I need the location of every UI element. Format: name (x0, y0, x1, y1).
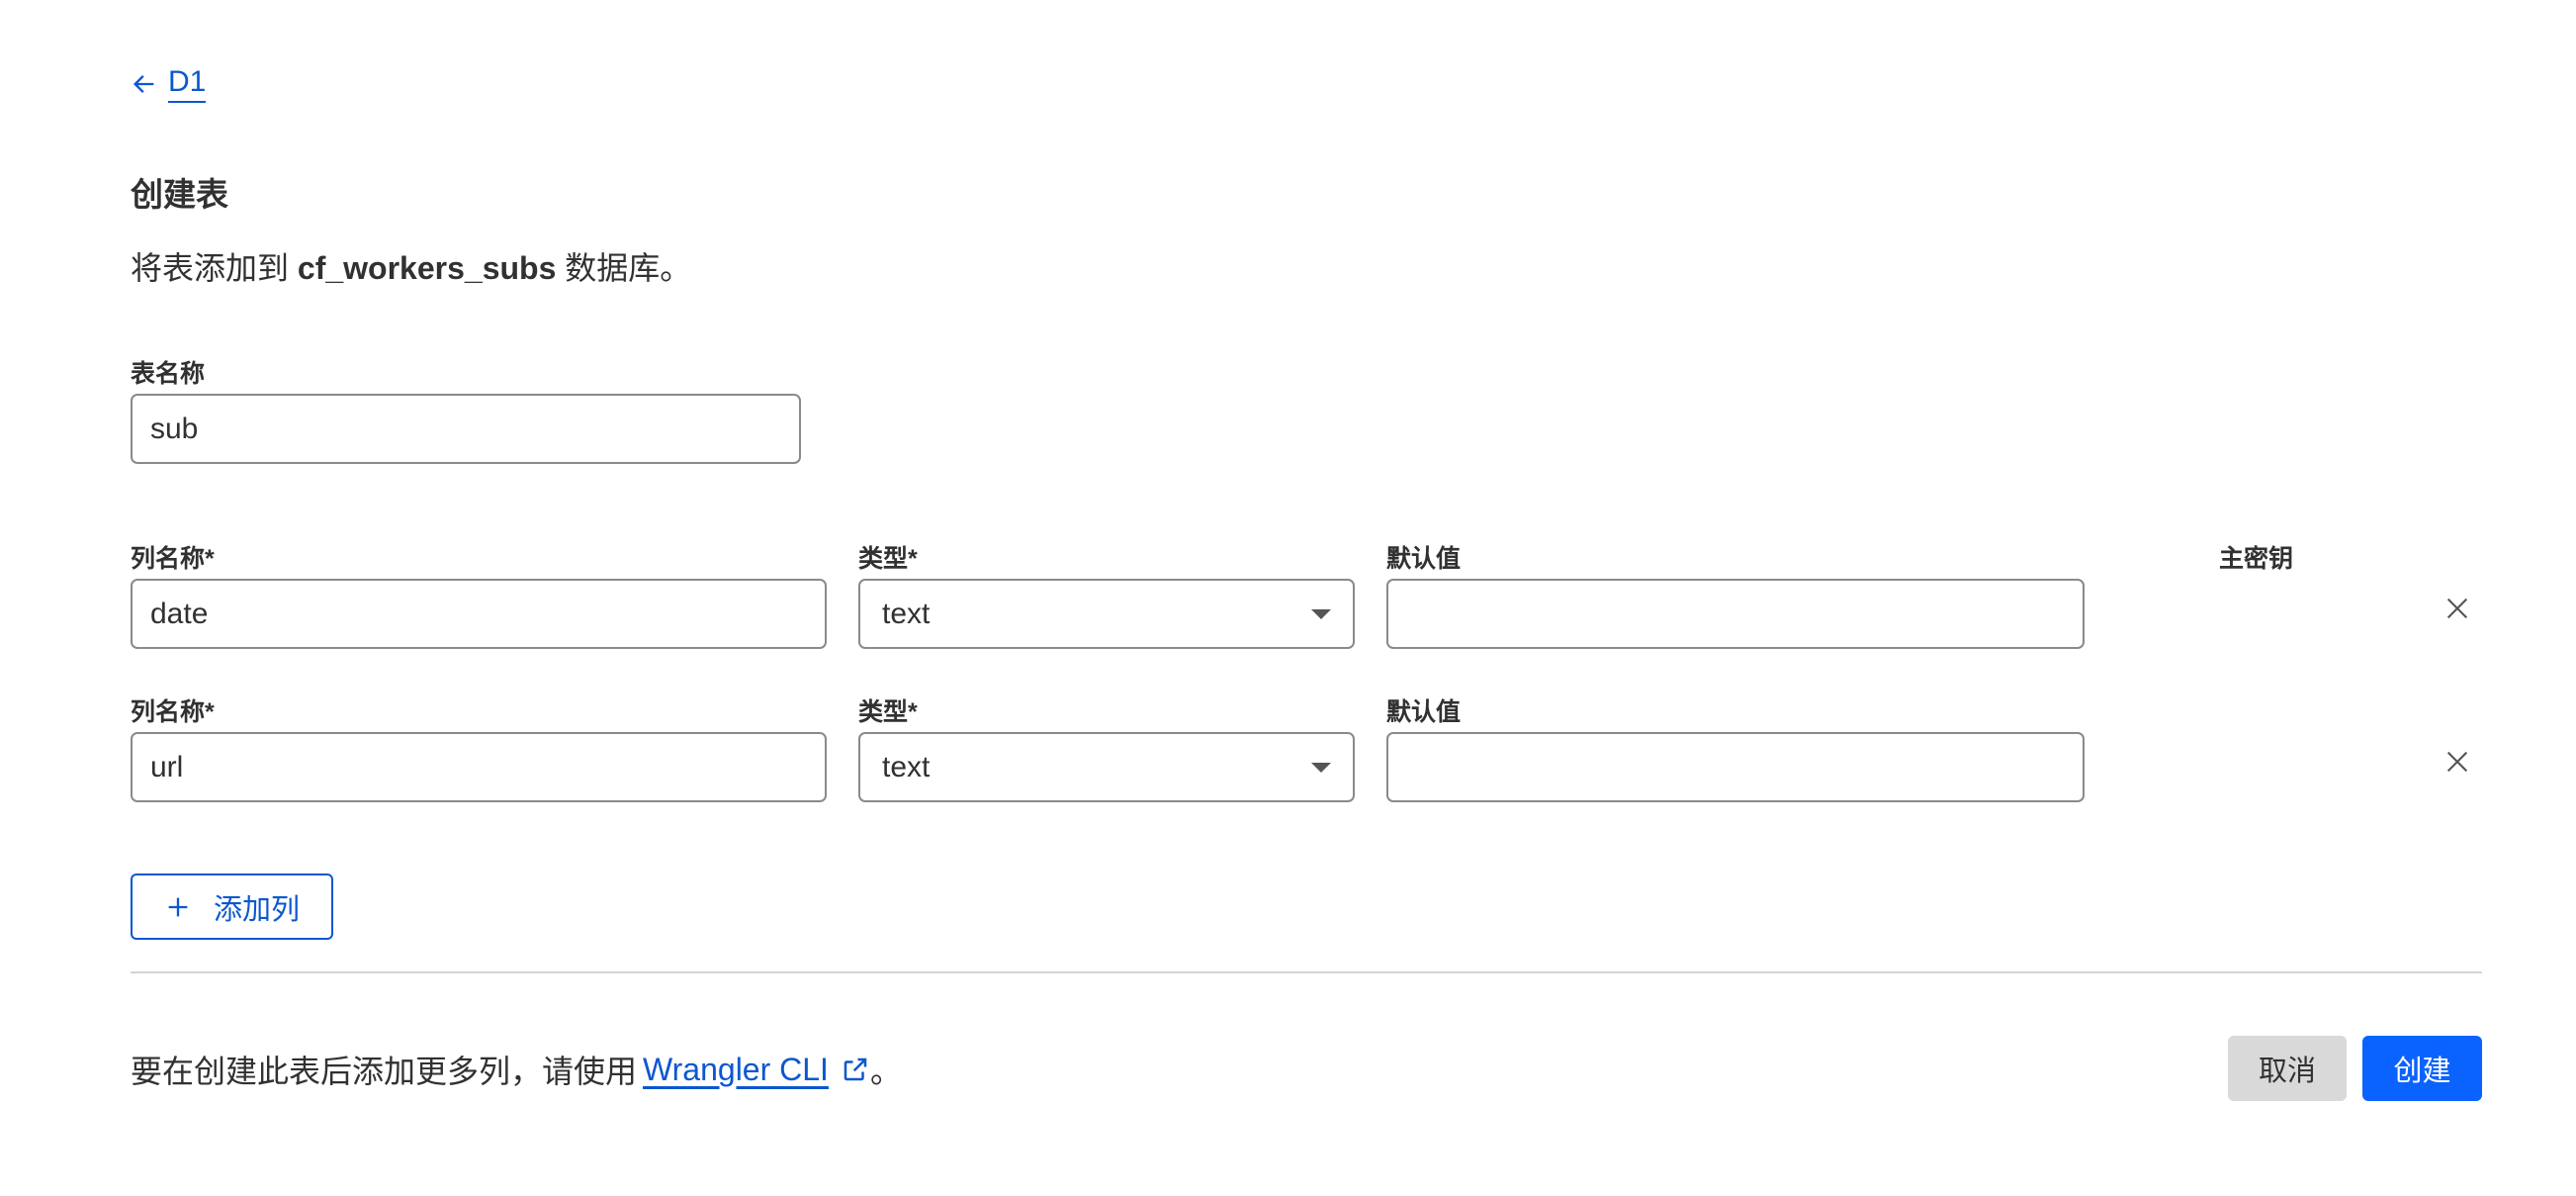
database-name: cf_workers_subs (297, 250, 557, 286)
column-type-label: 类型* (858, 545, 918, 573)
close-icon (2446, 598, 2468, 619)
column-name-value: url (150, 750, 184, 783)
back-link-label: D1 (168, 65, 207, 103)
column-name-label: 列名称* (131, 698, 215, 726)
column-default-input[interactable] (1386, 732, 2085, 802)
chevron-down-icon (1311, 762, 1331, 773)
chevron-down-icon (1311, 608, 1331, 619)
page-subtitle: 将表添加到 cf_workers_subs 数据库。 (131, 243, 691, 289)
remove-column-button[interactable] (2436, 740, 2479, 783)
add-column-button[interactable]: 添加列 (131, 874, 333, 940)
column-type-value: text (882, 750, 931, 783)
external-link-icon (844, 1058, 867, 1081)
divider (131, 971, 2482, 973)
column-name-input[interactable]: date (131, 579, 827, 649)
add-column-label: 添加列 (213, 893, 300, 926)
column-type-label: 类型* (858, 698, 918, 726)
column-type-value: text (882, 597, 931, 630)
remove-column-button[interactable] (2436, 587, 2479, 630)
arrow-left-icon (133, 75, 154, 93)
primary-key-label: 主密钥 (2219, 545, 2294, 573)
column-default-label: 默认值 (1386, 698, 1462, 726)
wrangler-cli-link[interactable]: Wrangler CLI (643, 1052, 829, 1088)
back-link[interactable]: D1 (131, 65, 207, 103)
column-type-select[interactable]: text (858, 732, 1355, 802)
subtitle-prefix: 将表添加到 (131, 250, 298, 286)
cancel-button[interactable]: 取消 (2228, 1036, 2347, 1101)
footer-note: 要在创建此表后添加更多列，请使用 Wrangler CLI 。 (131, 1047, 902, 1092)
table-name-value: sub (150, 412, 199, 445)
create-button[interactable]: 创建 (2362, 1036, 2482, 1101)
subtitle-suffix: 数据库。 (556, 250, 692, 286)
table-name-input[interactable]: sub (131, 394, 801, 464)
plus-icon (168, 897, 188, 916)
column-name-label: 列名称* (131, 545, 215, 573)
close-icon (2446, 751, 2468, 773)
column-default-input[interactable] (1386, 579, 2085, 649)
footer-note-suffix: 。 (869, 1054, 902, 1089)
column-default-label: 默认值 (1386, 545, 1462, 573)
table-name-label: 表名称 (131, 360, 206, 388)
footer-note-prefix: 要在创建此表后添加更多列，请使用 (131, 1054, 638, 1089)
column-type-select[interactable]: text (858, 579, 1355, 649)
column-name-value: date (150, 597, 209, 630)
page-title: 创建表 (131, 176, 228, 213)
column-name-input[interactable]: url (131, 732, 827, 802)
